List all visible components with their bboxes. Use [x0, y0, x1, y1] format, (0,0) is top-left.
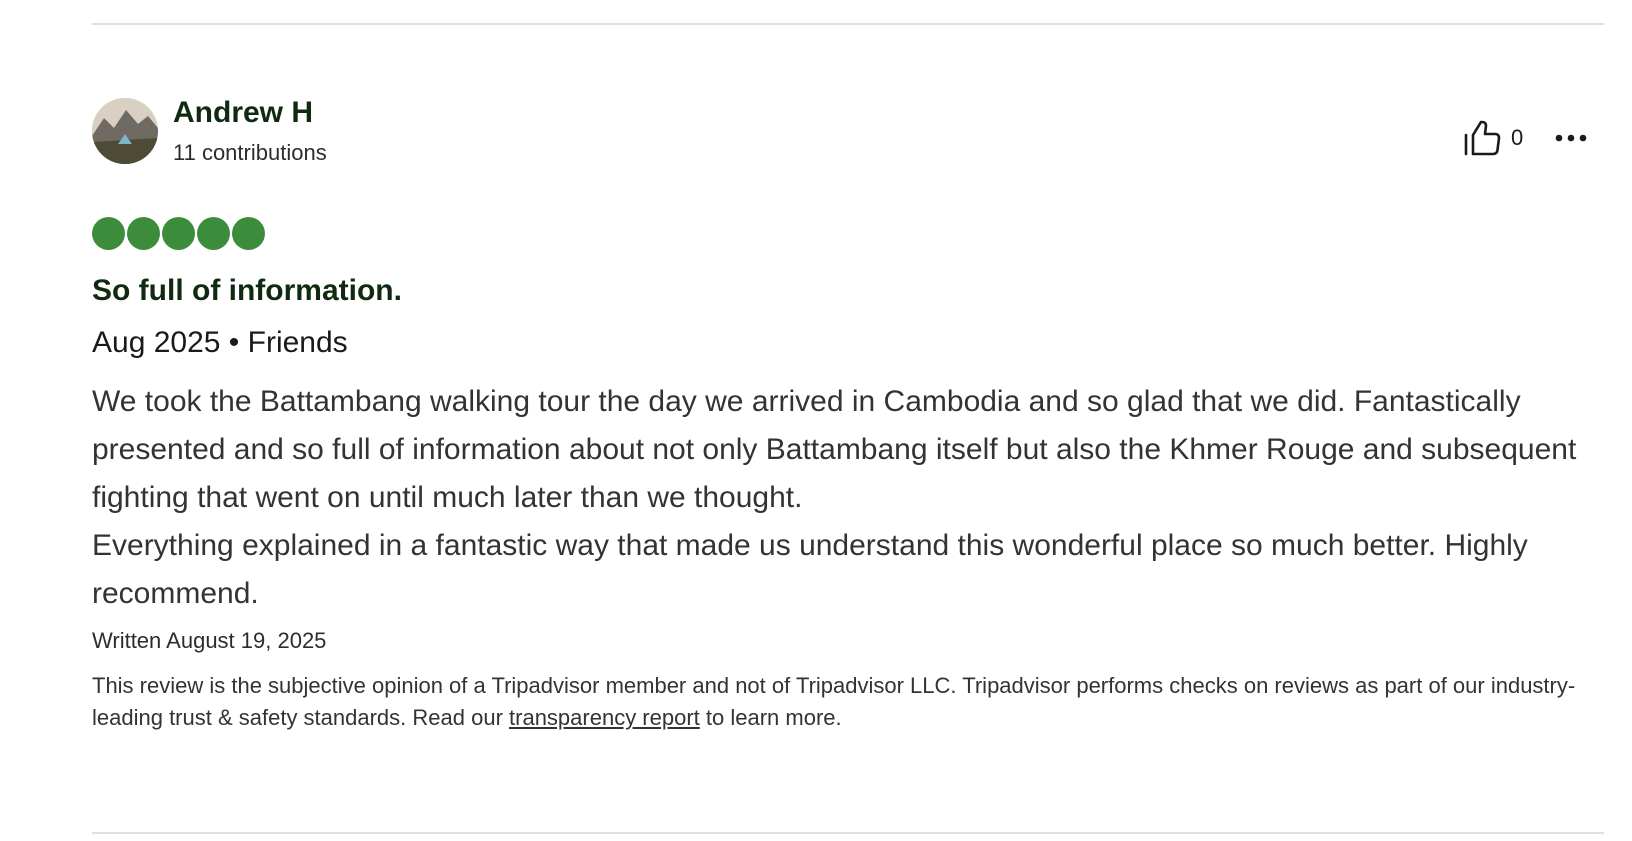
- more-options-icon[interactable]: [1553, 128, 1589, 148]
- transparency-report-link[interactable]: transparency report: [509, 705, 700, 730]
- rating-bubble-filled: [197, 217, 230, 250]
- written-date: Written August 19, 2025: [92, 628, 327, 653]
- trip-date-type: Aug 2025 • Friends: [92, 326, 348, 359]
- top-divider: [92, 23, 1604, 25]
- disclaimer-text-end: to learn more.: [699, 705, 842, 730]
- rating-bubble-filled: [127, 217, 160, 250]
- thumbs-up-icon: [1464, 120, 1501, 156]
- avatar[interactable]: [92, 98, 158, 164]
- rating-bubble-filled: [92, 217, 125, 250]
- reviewer-contributions: 11 contributions: [173, 140, 327, 165]
- review-header: Andrew H 11 contributions 0: [92, 96, 1604, 168]
- review-paragraph: We took the Battambang walking tour the …: [92, 385, 1577, 514]
- rating-bubble-filled: [162, 217, 195, 250]
- review-paragraph: Everything explained in a fantastic way …: [92, 529, 1528, 610]
- helpful-vote-button[interactable]: 0: [1463, 118, 1523, 158]
- review-card: Andrew H 11 contributions 0 So full of i…: [92, 96, 1604, 730]
- review-disclaimer: This review is the subjective opinion of…: [92, 670, 1604, 734]
- review-title[interactable]: So full of information.: [92, 274, 402, 308]
- rating-bubbles: [92, 217, 265, 250]
- review-text: We took the Battambang walking tour the …: [92, 378, 1604, 618]
- rating-bubble-filled: [232, 217, 265, 250]
- reviewer-name[interactable]: Andrew H: [173, 96, 313, 130]
- bottom-divider: [92, 832, 1604, 834]
- avatar-photo-icon: [92, 98, 158, 164]
- helpful-count: 0: [1511, 125, 1524, 150]
